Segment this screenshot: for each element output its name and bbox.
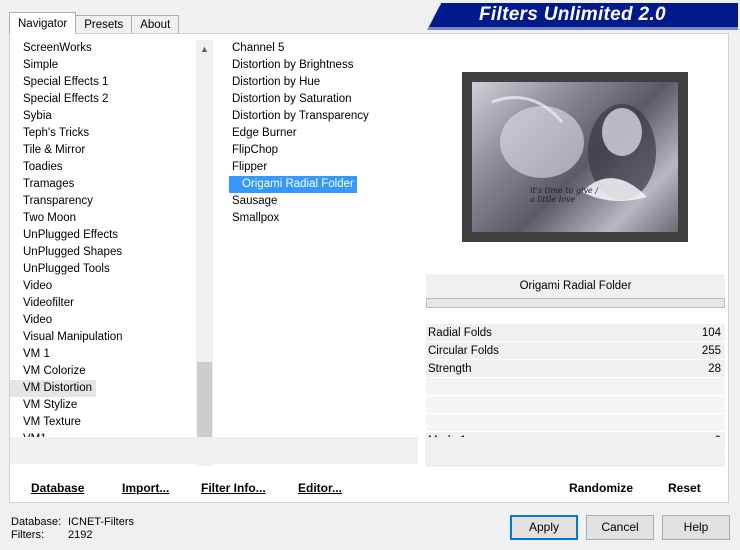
category-item[interactable]: VM Stylize: [10, 397, 215, 414]
filter-title: Origami Radial Folder: [426, 274, 725, 298]
category-item[interactable]: ScreenWorks: [10, 40, 215, 57]
category-item[interactable]: UnPlugged Effects: [10, 227, 215, 244]
parameter-name: Radial Folds: [428, 326, 492, 339]
randomize-button[interactable]: Randomize: [569, 475, 633, 501]
category-item[interactable]: Video: [10, 312, 215, 329]
parameter-row[interactable]: Radial Folds 104: [426, 324, 725, 342]
filter-list[interactable]: Channel 5 Distortion by Brightness Distort…: [219, 40, 419, 468]
status-area: Database: ICNET-Filters Filters: 2192: [11, 516, 134, 542]
filter-item[interactable]: Smallpox: [219, 210, 419, 227]
category-list[interactable]: ScreenWorks Simple Special Effects 1 Specia…: [10, 40, 215, 468]
parameter-value: 255: [701, 344, 721, 357]
navigator-panel: ScreenWorks Simple Special Effects 1 Specia…: [9, 33, 729, 503]
filter-item[interactable]: Flipper: [219, 159, 419, 176]
tab-strip: Navigator Presets About: [9, 12, 180, 34]
category-item[interactable]: Video: [10, 278, 215, 295]
category-item[interactable]: VM Texture: [10, 414, 215, 431]
category-item[interactable]: Special Effects 2: [10, 91, 215, 108]
filter-item[interactable]: Distortion by Brightness: [219, 57, 419, 74]
category-item[interactable]: Tile & Mirror: [10, 142, 215, 159]
category-item[interactable]: Teph's Tricks: [10, 125, 215, 142]
parameter-name: Circular Folds: [428, 344, 499, 357]
parameter-row[interactable]: Circular Folds 255: [426, 342, 725, 360]
filter-item[interactable]: Distortion by Hue: [219, 74, 419, 91]
filter-settings-pane: it's time to give / a little love Origam…: [426, 40, 727, 500]
category-scrollbar[interactable]: ▲ ▼: [196, 40, 213, 466]
category-item[interactable]: Toadies: [10, 159, 215, 176]
parameter-value: 104: [701, 326, 721, 339]
parameter-row[interactable]: [426, 396, 725, 414]
preview-caption: it's time to give / a little love: [530, 186, 599, 204]
category-item[interactable]: UnPlugged Tools: [10, 261, 215, 278]
tab-about[interactable]: About: [131, 15, 180, 34]
preview-progress-bar: [426, 298, 725, 308]
apply-button[interactable]: Apply: [510, 515, 578, 540]
parameter-row[interactable]: Strength 28: [426, 360, 725, 378]
database-value: ICNET-Filters: [68, 516, 134, 528]
help-button[interactable]: Help: [662, 515, 730, 540]
database-label: Database:: [11, 516, 62, 528]
category-item[interactable]: UnPlugged Shapes: [10, 244, 215, 261]
filter-item-selected[interactable]: Origami Radial Folder: [229, 176, 357, 193]
filter-item[interactable]: Channel 5: [219, 40, 419, 57]
app-banner: Filters Unlimited 2.0: [429, 3, 738, 27]
category-item[interactable]: Visual Manipulation: [10, 329, 215, 346]
filter-item[interactable]: Distortion by Saturation: [219, 91, 419, 108]
filter-info-button[interactable]: Filter Info...: [201, 475, 266, 501]
category-item[interactable]: Sybia: [10, 108, 215, 125]
parameter-row[interactable]: [426, 414, 725, 432]
database-button[interactable]: Database: [31, 475, 84, 501]
filters-label: Filters:: [11, 529, 44, 541]
category-item[interactable]: VM Colorize: [10, 363, 215, 380]
import-button[interactable]: Import...: [122, 475, 169, 501]
parameter-value: 28: [708, 362, 721, 375]
filter-item[interactable]: Edge Burner: [219, 125, 419, 142]
category-item[interactable]: Transparency: [10, 193, 215, 210]
right-button-bar: [425, 437, 723, 464]
scroll-up-icon[interactable]: ▲: [196, 40, 213, 57]
filter-item[interactable]: FlipChop: [219, 142, 419, 159]
left-button-bar: [10, 437, 418, 464]
filters-count: 2192: [68, 529, 93, 541]
cancel-button[interactable]: Cancel: [586, 515, 654, 540]
parameter-name: Strength: [428, 362, 472, 375]
filter-item[interactable]: Distortion by Transparency: [219, 108, 419, 125]
category-item[interactable]: VM Distortion: [10, 380, 97, 397]
preview-image: it's time to give / a little love: [462, 72, 688, 242]
tab-navigator[interactable]: Navigator: [9, 12, 77, 34]
preview-artwork: it's time to give / a little love: [472, 82, 678, 232]
parameter-row[interactable]: [426, 378, 725, 396]
tab-presets[interactable]: Presets: [75, 15, 133, 34]
category-item[interactable]: Videofilter: [10, 295, 215, 312]
category-item[interactable]: Simple: [10, 57, 215, 74]
editor-button[interactable]: Editor...: [298, 475, 342, 501]
filter-item[interactable]: Sausage: [219, 193, 419, 210]
reset-button[interactable]: Reset: [668, 475, 701, 501]
category-item[interactable]: VM 1: [10, 346, 215, 363]
category-item[interactable]: Tramages: [10, 176, 215, 193]
category-item[interactable]: Two Moon: [10, 210, 215, 227]
category-item[interactable]: Special Effects 1: [10, 74, 215, 91]
